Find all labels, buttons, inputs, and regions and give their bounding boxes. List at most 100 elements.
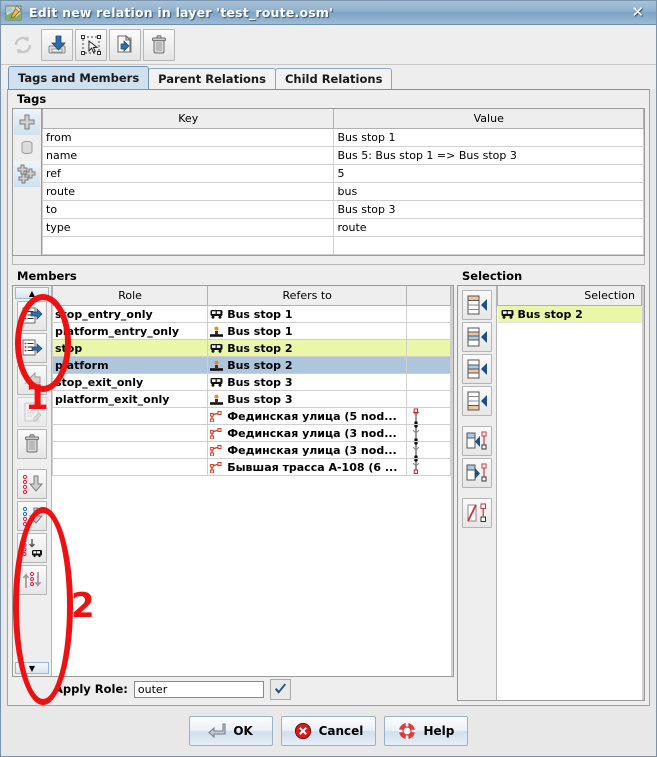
tags-col-value[interactable]: Value <box>334 109 644 129</box>
member-role-cell[interactable]: stop_entry_only <box>53 306 208 323</box>
ok-button[interactable]: OK <box>189 716 273 746</box>
members-buttons-scroll-up[interactable]: ▲ <box>15 287 49 299</box>
select-in-map-button[interactable] <box>75 29 107 61</box>
tab-parent-relations[interactable]: Parent Relations <box>148 68 276 89</box>
members-buttons-scroll-down[interactable]: ▼ <box>15 662 49 674</box>
download-incomplete-members-button[interactable] <box>17 533 47 563</box>
tab-tags-and-members[interactable]: Tags and Members <box>8 66 149 89</box>
duplicate-relation-button[interactable] <box>109 29 141 61</box>
tab-child-relations[interactable]: Child Relations <box>275 68 392 89</box>
tag-value-cell[interactable]: bus <box>334 183 644 201</box>
table-row[interactable]: ref 5 <box>43 165 644 183</box>
clear-selection-button[interactable] <box>462 498 492 528</box>
delete-relation-button[interactable] <box>143 29 175 61</box>
table-row[interactable]: Фединская улица (3 nod... <box>53 442 451 459</box>
members-col-refers-to[interactable]: Refers to <box>208 286 407 306</box>
add-many-tags-button[interactable] <box>14 161 40 187</box>
table-row[interactable]: Фединская улица (5 nod... <box>53 408 451 425</box>
member-role-cell[interactable]: stop_exit_only <box>53 374 208 391</box>
member-refers-cell[interactable]: Bus stop 2 <box>208 340 407 357</box>
table-row[interactable]: name Bus 5: Bus stop 1 => Bus stop 3 <box>43 147 644 165</box>
member-role-cell[interactable] <box>53 442 208 459</box>
close-icon[interactable]: ✕ <box>623 5 652 20</box>
member-refers-cell[interactable]: Bus stop 1 <box>208 323 407 340</box>
tags-col-key[interactable]: Key <box>43 109 334 129</box>
table-row[interactable]: Бывшая трасса А-108 (6 ... <box>53 459 451 476</box>
member-role-cell[interactable]: stop <box>53 340 208 357</box>
table-row[interactable]: type route <box>43 219 644 237</box>
add-all-above-button[interactable] <box>462 322 492 352</box>
apply-role-input[interactable] <box>134 681 264 698</box>
members-col-role[interactable]: Role <box>53 286 208 306</box>
table-row[interactable]: platform_exit_only Bus stop 3 <box>53 391 451 408</box>
delete-tag-button[interactable] <box>14 135 40 161</box>
add-all-to-bottom-button[interactable] <box>462 386 492 416</box>
table-row[interactable]: stop_exit_only Bus stop 3 <box>53 374 451 391</box>
members-col-link[interactable] <box>407 286 451 306</box>
tag-value-cell[interactable]: Bus stop 3 <box>334 201 644 219</box>
selection-vertical-scrollbar[interactable] <box>642 286 644 700</box>
add-selection-to-members-button[interactable] <box>17 333 47 363</box>
tag-key-cell[interactable]: route <box>43 183 334 201</box>
cancel-button[interactable]: Cancel <box>281 716 377 746</box>
member-role-cell[interactable] <box>53 425 208 442</box>
tag-value-cell[interactable]: 5 <box>334 165 644 183</box>
member-refers-cell[interactable]: Фединская улица (3 nod... <box>208 442 407 459</box>
member-refers-cell[interactable]: Bus stop 1 <box>208 306 407 323</box>
move-selection-up-to-members-button[interactable] <box>17 301 47 331</box>
members-table[interactable]: Role Refers to stop_entry_only Bus stop … <box>52 286 451 676</box>
member-role-cell[interactable] <box>53 459 208 476</box>
table-row[interactable]: to Bus stop 3 <box>43 201 644 219</box>
help-button[interactable]: Help <box>384 716 468 746</box>
member-refers-cell[interactable]: Bus stop 3 <box>208 391 407 408</box>
members-vertical-scrollbar[interactable] <box>451 286 453 676</box>
member-role-cell[interactable] <box>53 408 208 425</box>
tag-value-cell[interactable] <box>334 237 644 255</box>
add-all-below-button[interactable] <box>462 354 492 384</box>
delete-member-button[interactable] <box>17 429 47 459</box>
selection-col-header[interactable]: Selection <box>498 286 642 306</box>
selection-item-cell[interactable]: Bus stop 2 <box>498 306 642 323</box>
refresh-button[interactable] <box>7 29 39 61</box>
tag-key-cell[interactable]: ref <box>43 165 334 183</box>
tags-table[interactable]: Key Value from Bus stop 1 name Bus <box>42 109 644 255</box>
member-refers-cell[interactable]: Бывшая трасса А-108 (6 ... <box>208 459 407 476</box>
sort-members-button[interactable] <box>17 469 47 499</box>
tag-value-cell[interactable]: Bus stop 1 <box>334 129 644 147</box>
table-row[interactable]: route bus <box>43 183 644 201</box>
tags-horizontal-scrollbar[interactable] <box>12 256 645 265</box>
member-refers-cell[interactable]: Фединская улица (3 nod... <box>208 425 407 442</box>
edit-member-button[interactable] <box>17 397 47 427</box>
member-refers-cell[interactable]: Bus stop 3 <box>208 374 407 391</box>
add-tag-button[interactable] <box>14 109 40 135</box>
select-members-button[interactable] <box>462 426 492 456</box>
sort-below-members-button[interactable] <box>17 501 47 531</box>
tag-key-cell[interactable]: name <box>43 147 334 165</box>
member-role-cell[interactable]: platform_exit_only <box>53 391 208 408</box>
member-role-cell[interactable]: platform <box>53 357 208 374</box>
apply-role-confirm-button[interactable] <box>270 679 291 700</box>
tag-key-cell[interactable]: to <box>43 201 334 219</box>
member-refers-cell[interactable]: Фединская улица (5 nod... <box>208 408 407 425</box>
tag-key-cell[interactable]: from <box>43 129 334 147</box>
table-row[interactable]: stop_entry_only Bus stop 1 <box>53 306 451 323</box>
table-row[interactable]: Фединская улица (3 nod... <box>53 425 451 442</box>
remove-members-button[interactable] <box>17 365 47 395</box>
member-refers-cell[interactable]: Bus stop 2 <box>208 357 407 374</box>
selection-to-members-button[interactable] <box>462 458 492 488</box>
table-row[interactable] <box>43 237 644 255</box>
table-row[interactable]: platform Bus stop 2 <box>53 357 451 374</box>
tag-key-cell[interactable] <box>43 237 334 255</box>
member-role-cell[interactable]: platform_entry_only <box>53 323 208 340</box>
table-row[interactable]: platform_entry_only Bus stop 1 <box>53 323 451 340</box>
tag-value-cell[interactable]: route <box>334 219 644 237</box>
selection-list[interactable]: Selection Bus stop 2 <box>497 286 642 700</box>
download-members-button[interactable] <box>41 29 73 61</box>
add-all-to-top-button[interactable] <box>462 290 492 320</box>
table-row[interactable]: from Bus stop 1 <box>43 129 644 147</box>
list-item[interactable]: Bus stop 2 <box>498 306 642 323</box>
tag-key-cell[interactable]: type <box>43 219 334 237</box>
reverse-members-button[interactable] <box>17 565 47 595</box>
table-row[interactable]: stop Bus stop 2 <box>53 340 451 357</box>
tag-value-cell[interactable]: Bus 5: Bus stop 1 => Bus stop 3 <box>334 147 644 165</box>
